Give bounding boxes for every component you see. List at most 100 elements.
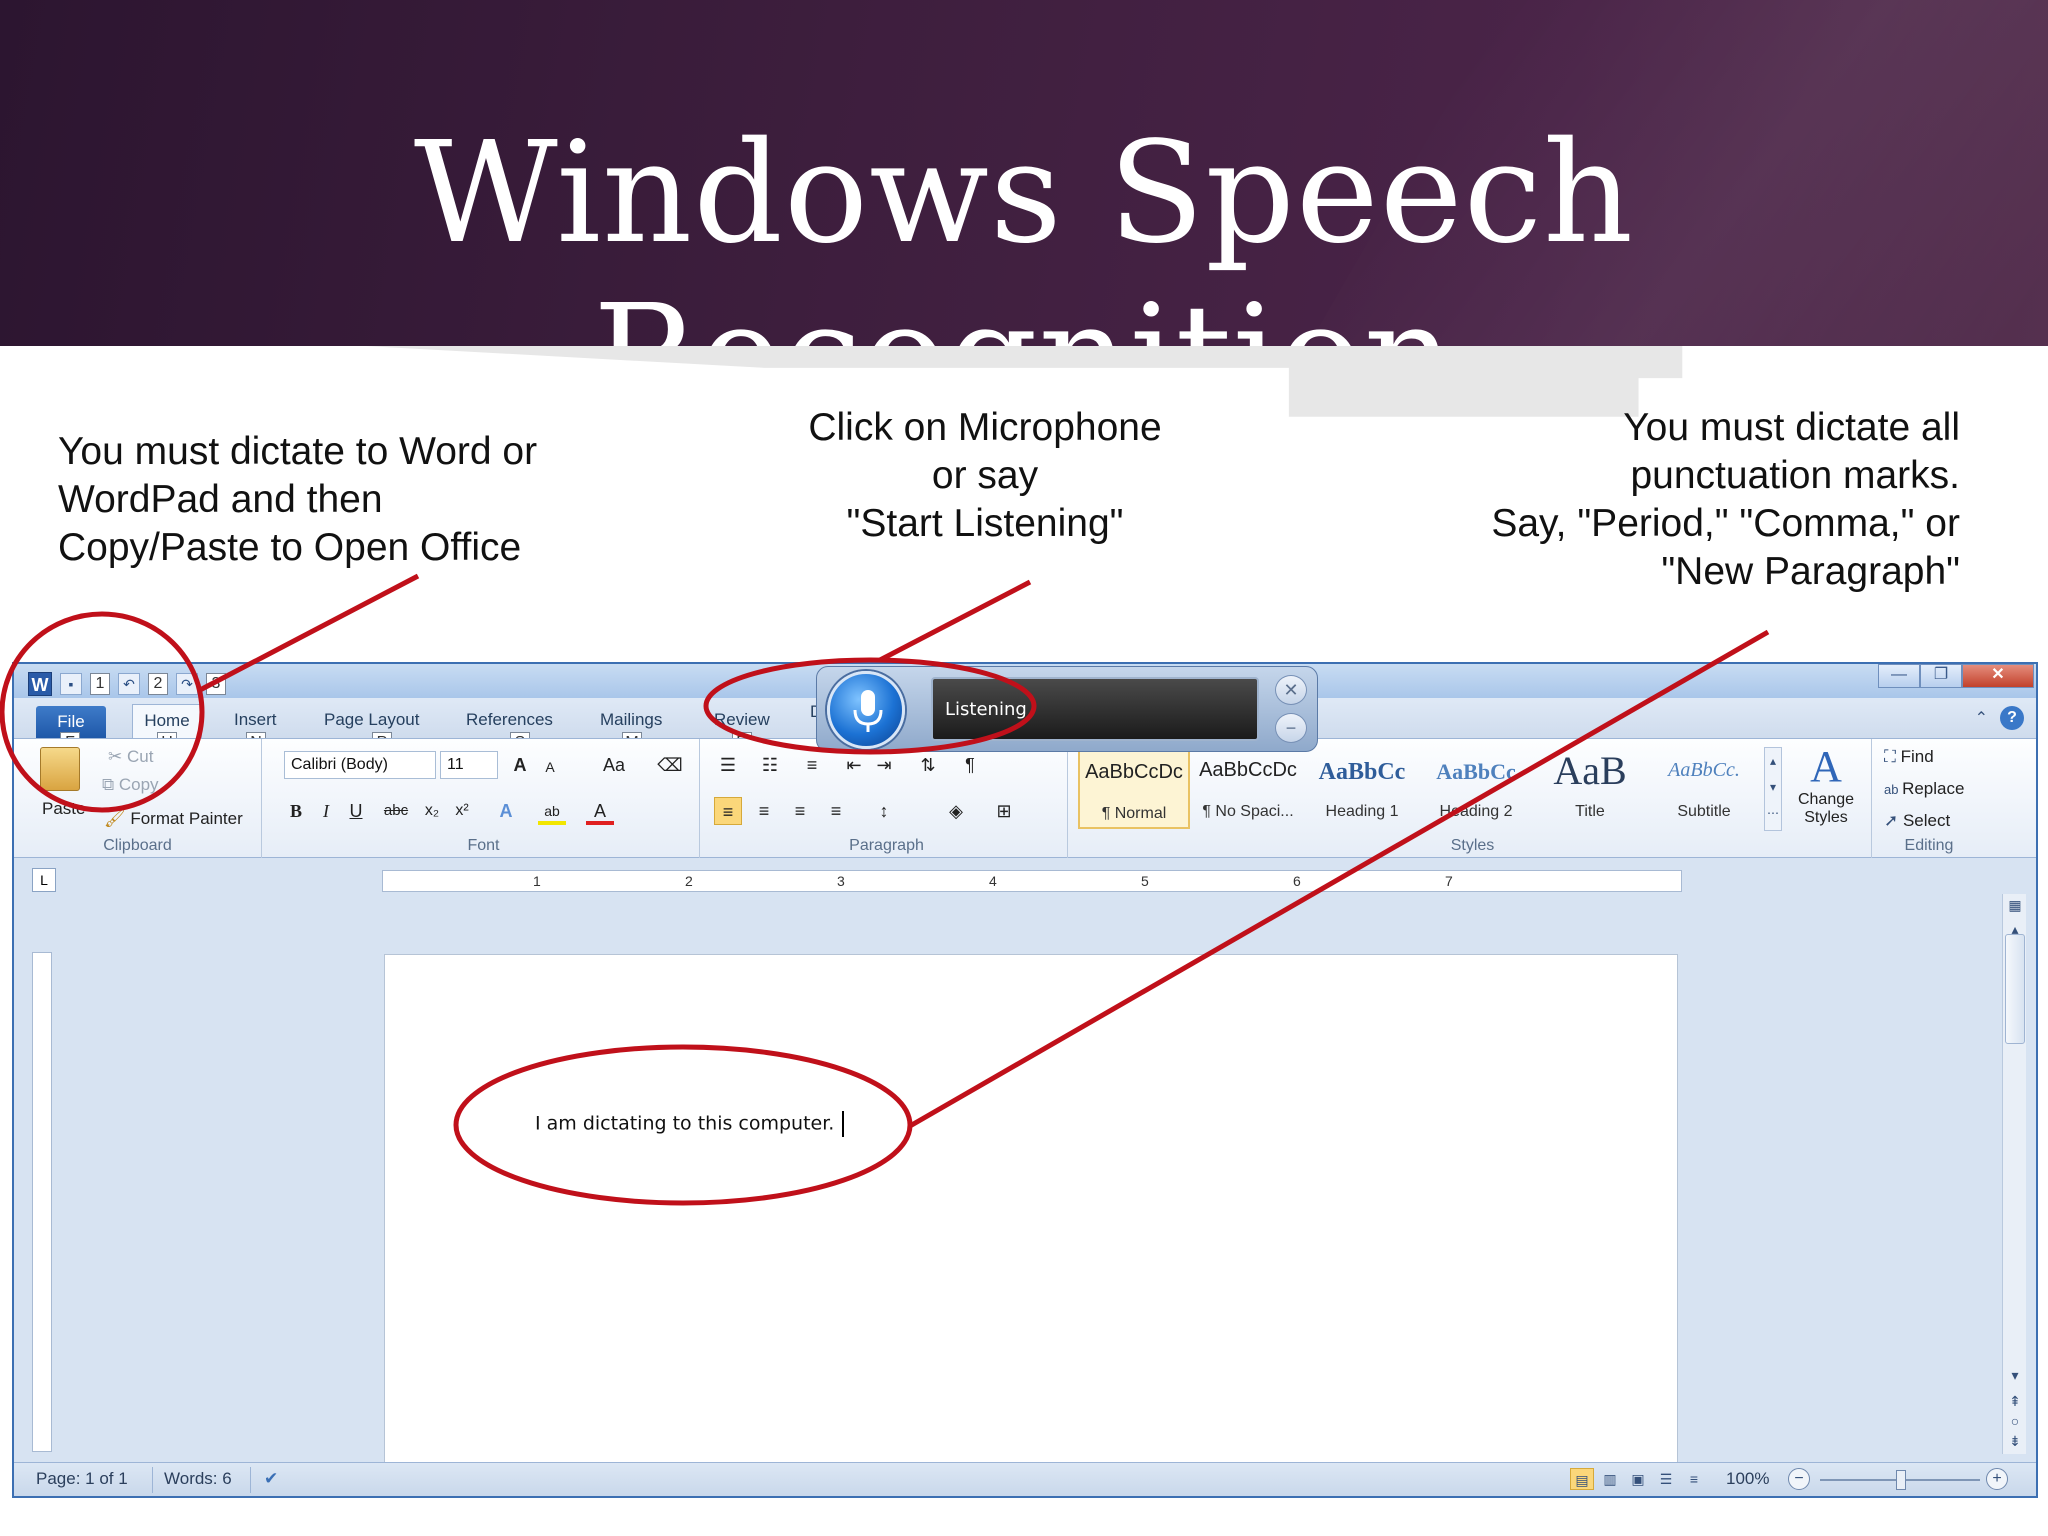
replace-label: Replace [1902,779,1965,798]
shrink-font-button[interactable]: A [536,753,564,781]
group-label: Font [467,837,500,854]
tab-mailings[interactable]: Mailings [600,710,662,730]
find-button[interactable]: ⛶ Find [1884,747,1934,767]
outline-icon[interactable]: ☰ [1654,1468,1678,1490]
ruler-toggle-icon[interactable]: ▦ [2003,894,2027,916]
numbering-icon[interactable]: ☷ [756,751,784,779]
shading-icon[interactable]: ◈ [942,797,970,825]
replace-button[interactable]: ab Replace [1884,779,1964,799]
undo-icon[interactable]: ↶ [118,673,140,695]
annotation-left: You must dictate to Word or WordPad and … [58,428,537,572]
justify-icon[interactable]: ≡ [822,797,850,825]
ruler-number: 3 [837,873,845,889]
styles-scroll[interactable]: ▴ ▾ ⋯ [1764,747,1782,831]
highlight-icon[interactable]: ab [538,797,566,825]
align-right-icon[interactable]: ≡ [786,797,814,825]
multilevel-list-icon[interactable]: ≡ [798,751,826,779]
style-subtitle[interactable]: AaBbCc. Subtitle [1648,747,1760,829]
superscript-button[interactable]: x² [448,797,476,825]
group-label: Paragraph [849,837,924,854]
style-name: ¶ Normal [1101,805,1167,822]
align-left-icon[interactable]: ≡ [714,797,742,825]
zoom-out-icon[interactable]: − [1788,1468,1810,1490]
redo-icon[interactable]: ↷ [176,673,198,695]
help-icon[interactable]: ? [2000,706,2024,730]
title-banner: Windows Speech Recognition [0,0,2048,438]
change-styles-icon: A [1810,742,1842,791]
paragraph-group: ☰ ☷ ≡ ⇤ ⇥ ⇅ ¶ ≡ ≡ ≡ ≡ ↕ ◈ ⊞ Paragraph [706,739,1068,859]
tab-selector[interactable]: L [32,868,56,892]
text-effects-icon[interactable]: A [492,797,520,825]
style-normal[interactable]: AaBbCcDc ¶ Normal [1078,747,1190,829]
paste-icon[interactable] [40,747,80,791]
sort-icon[interactable]: ⇅ [914,751,942,779]
style-no-spacing[interactable]: AaBbCcDc ¶ No Spaci... [1192,747,1304,829]
bold-button[interactable]: B [282,797,310,825]
format-painter-button[interactable]: 🖌 Format Painter [104,809,243,829]
font-size-select[interactable]: 11 [440,751,498,779]
select-button[interactable]: ➚ Select [1884,811,1950,831]
zoom-in-icon[interactable]: + [1986,1468,2008,1490]
line-spacing-icon[interactable]: ↕ [870,797,898,825]
restore-button[interactable]: ❐ [1920,664,1962,688]
italic-button[interactable]: I [312,797,340,825]
print-layout-icon[interactable]: ▤ [1570,1468,1594,1490]
clipboard-group: Paste ✂ Cut ⧉ Copy 🖌 Format Painter Clip… [14,739,262,859]
borders-icon[interactable]: ⊞ [990,797,1018,825]
decrease-indent-icon[interactable]: ⇤ [840,751,868,779]
bullets-icon[interactable]: ☰ [714,751,742,779]
binoculars-icon: ⛶ [1884,747,1901,766]
word-app-icon[interactable]: W [28,672,52,696]
copy-button[interactable]: ⧉ Copy [102,775,159,795]
document-text[interactable]: I am dictating to this computer. [535,1111,845,1137]
next-page-icon[interactable]: ⇟ [2003,1430,2027,1452]
change-styles-button[interactable]: A Change Styles [1788,743,1864,835]
full-screen-reading-icon[interactable]: ▥ [1598,1468,1622,1490]
font-color-button[interactable]: A [586,797,614,825]
ribbon-minimize-icon[interactable]: ⌃ [1975,708,1988,728]
strikethrough-button[interactable]: abc [378,797,414,825]
document-page[interactable]: I am dictating to this computer. [384,954,1678,1474]
style-heading-1[interactable]: AaBbCc Heading 1 [1306,747,1418,829]
zoom-slider-thumb[interactable] [1896,1470,1906,1490]
scissors-icon: ✂ [108,747,127,766]
scroll-down-icon[interactable]: ▾ [2003,1364,2027,1386]
increase-indent-icon[interactable]: ⇥ [870,751,898,779]
page-count[interactable]: Page: 1 of 1 [36,1469,128,1489]
change-case-button[interactable]: Aa [596,751,632,779]
style-heading-2[interactable]: AaBbCc Heading 2 [1420,747,1532,829]
style-title[interactable]: AaB Title [1534,747,1646,829]
web-layout-icon[interactable]: ▣ [1626,1468,1650,1490]
select-browse-object-icon[interactable]: ○ [2003,1410,2027,1432]
vertical-scrollbar[interactable]: ▦ ▴ ▾ ⇞ ○ ⇟ [2002,894,2026,1454]
tab-page-layout[interactable]: Page Layout [324,710,419,730]
align-center-icon[interactable]: ≡ [750,797,778,825]
close-button[interactable]: ✕ [1962,664,2034,688]
cut-button[interactable]: ✂ Cut [108,747,153,767]
minimize-speech-icon[interactable]: − [1275,713,1307,743]
tab-review[interactable]: Review [714,710,770,730]
font-name-select[interactable]: Calibri (Body) [284,751,436,779]
group-label: Editing [1904,837,1954,854]
minimize-button[interactable]: — [1878,664,1920,688]
grow-font-button[interactable]: A [506,751,534,779]
scroll-thumb[interactable] [2005,934,2025,1044]
show-formatting-button[interactable]: ¶ [956,751,984,779]
style-sample: AaBbCc. [1668,759,1740,781]
zoom-slider[interactable] [1820,1470,1980,1490]
underline-button[interactable]: U [342,797,370,825]
horizontal-ruler[interactable]: 1 2 3 4 5 6 7 [382,870,1682,892]
close-speech-icon[interactable]: ✕ [1275,675,1307,705]
subscript-button[interactable]: x₂ [418,797,446,825]
proofing-icon[interactable]: ✔ [264,1469,278,1489]
zoom-level[interactable]: 100% [1726,1469,1769,1489]
draft-icon[interactable]: ≡ [1682,1468,1706,1490]
microphone-button[interactable] [827,671,905,749]
word-count[interactable]: Words: 6 [164,1469,232,1489]
tab-references[interactable]: References [466,710,553,730]
previous-page-icon[interactable]: ⇞ [2003,1390,2027,1412]
paste-button[interactable]: Paste [42,799,85,819]
tab-insert[interactable]: Insert [234,710,277,730]
clear-formatting-icon[interactable]: ⌫ [656,751,684,779]
save-icon[interactable]: ▪ [60,673,82,695]
